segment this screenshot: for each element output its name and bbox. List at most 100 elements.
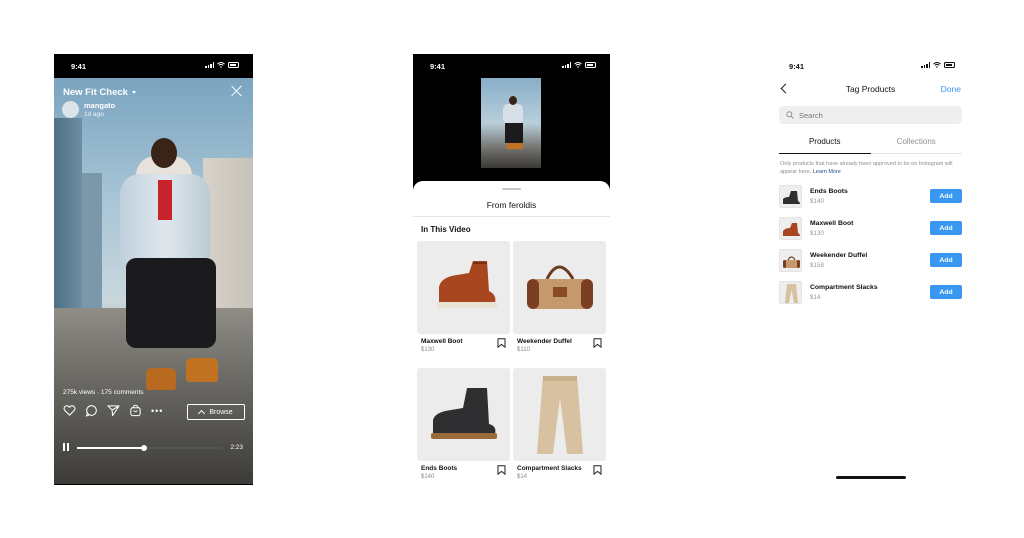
close-icon[interactable] [231,85,243,97]
battery-icon [944,62,955,68]
product-card[interactable]: Weekender Duffel $110 [513,241,606,353]
sheet-title: From feroldis [486,200,537,210]
product-price: $158 [810,262,825,269]
home-indicator[interactable] [836,476,906,479]
chevron-up-icon [198,409,206,418]
status-time: 9:41 [789,62,805,71]
product-image[interactable] [417,241,510,334]
done-button[interactable]: Done [941,84,961,94]
product-card[interactable]: Ends Boots $140 [417,368,510,480]
product-thumbnail [779,281,802,304]
bottom-sheet: From feroldis In This Video Maxwell Boot… [413,181,610,485]
product-price: $140 [421,474,435,480]
product-card[interactable]: Compartment Slacks $14 [513,368,606,480]
bookmark-icon[interactable] [593,338,602,348]
slacks-image [537,376,583,454]
tab-collections[interactable]: Collections [870,132,962,154]
learn-more-link[interactable]: Learn More [813,169,841,175]
progress-handle[interactable] [140,444,147,451]
list-item[interactable]: Compartment Slacks $14 Add [779,281,962,305]
product-price: $130 [421,347,435,353]
share-icon[interactable] [107,404,120,417]
boots [507,143,523,149]
tag-products-screen: 9:41 Tag Products Done Products Collecti… [772,54,969,485]
shop-sheet-screen: 9:41 From feroldis In This Video Maxwell… [413,54,610,485]
list-item[interactable]: Maxwell Boot $130 Add [779,217,962,241]
author-username[interactable]: mangato [84,101,115,110]
video-thumbnail[interactable] [481,78,541,168]
product-price: $14 [517,474,528,480]
status-bar: 9:41 [772,54,969,78]
product-price: $140 [810,198,825,205]
status-icons [921,62,955,68]
comment-icon[interactable] [85,404,98,417]
product-image[interactable] [417,368,510,461]
list-item[interactable]: Ends Boots $140 Add [779,185,962,209]
bookmark-icon[interactable] [497,465,506,475]
shopping-bag-icon[interactable] [129,404,142,417]
head [509,96,517,105]
product-image[interactable] [513,368,606,461]
person-figure [501,96,525,156]
progress-slider[interactable] [77,444,222,451]
action-bar: ••• [63,404,163,417]
section-title: In This Video [421,225,471,234]
status-bar: 9:41 [54,54,253,78]
stage: 9:41 New Fit Check mangato 1d ago 275k v… [0,0,1024,538]
list-item[interactable]: Weekender Duffel $158 Add [779,249,962,273]
product-card[interactable]: Maxwell Boot $130 [417,241,510,353]
search-bar[interactable] [779,106,962,124]
battery-icon [585,62,596,68]
browse-button[interactable]: Browse [187,404,245,420]
wifi-icon [574,62,582,68]
slacks-image [785,284,798,303]
product-name: Compartment Slacks [517,465,582,472]
approval-note: Only products that have already been app… [780,160,960,176]
browse-label: Browse [209,408,233,416]
product-name: Ends Boots [810,188,848,195]
product-name: Weekender Duffel [517,338,572,345]
video-title-text: New Fit Check [63,87,128,98]
cellular-signal-icon [562,62,571,68]
search-input[interactable] [799,110,949,120]
add-button[interactable]: Add [930,253,962,267]
sheet-grabber[interactable] [502,188,521,190]
boot [146,368,176,390]
product-price: $14 [810,294,821,301]
add-button[interactable]: Add [930,189,962,203]
video-duration: 2:23 [230,444,243,451]
boot-image [431,388,497,439]
tab-products[interactable]: Products [779,132,871,154]
bookmark-icon[interactable] [497,338,506,348]
video-stats: 275k views · 175 comments [63,389,144,396]
legs [505,123,523,143]
duffel-image [527,265,593,309]
product-image[interactable] [513,241,606,334]
legs [126,258,216,348]
video-frame[interactable] [54,78,253,484]
tab-bar: Products Collections [779,132,962,154]
pause-icon[interactable] [63,443,71,451]
boot-image [783,191,800,204]
add-button[interactable]: Add [930,221,962,235]
product-name: Weekender Duffel [810,252,868,259]
product-price: $130 [810,230,825,237]
jacket [503,104,523,124]
head [151,138,177,168]
video-title[interactable]: New Fit Check [63,87,136,98]
bookmark-icon[interactable] [593,465,602,475]
more-options-icon[interactable]: ••• [151,406,163,415]
building [54,118,82,338]
status-time: 9:41 [71,62,87,71]
product-price: $110 [517,347,530,353]
duffel-image [783,256,800,268]
product-thumbnail [779,217,802,240]
chevron-down-icon [131,91,136,94]
add-button[interactable]: Add [930,285,962,299]
battery-icon [228,62,239,68]
video-author[interactable]: mangato 1d ago [62,101,115,118]
post-time: 1d ago [84,111,104,118]
status-icons [205,62,239,68]
heart-icon[interactable] [63,404,76,417]
avatar[interactable] [62,101,79,118]
